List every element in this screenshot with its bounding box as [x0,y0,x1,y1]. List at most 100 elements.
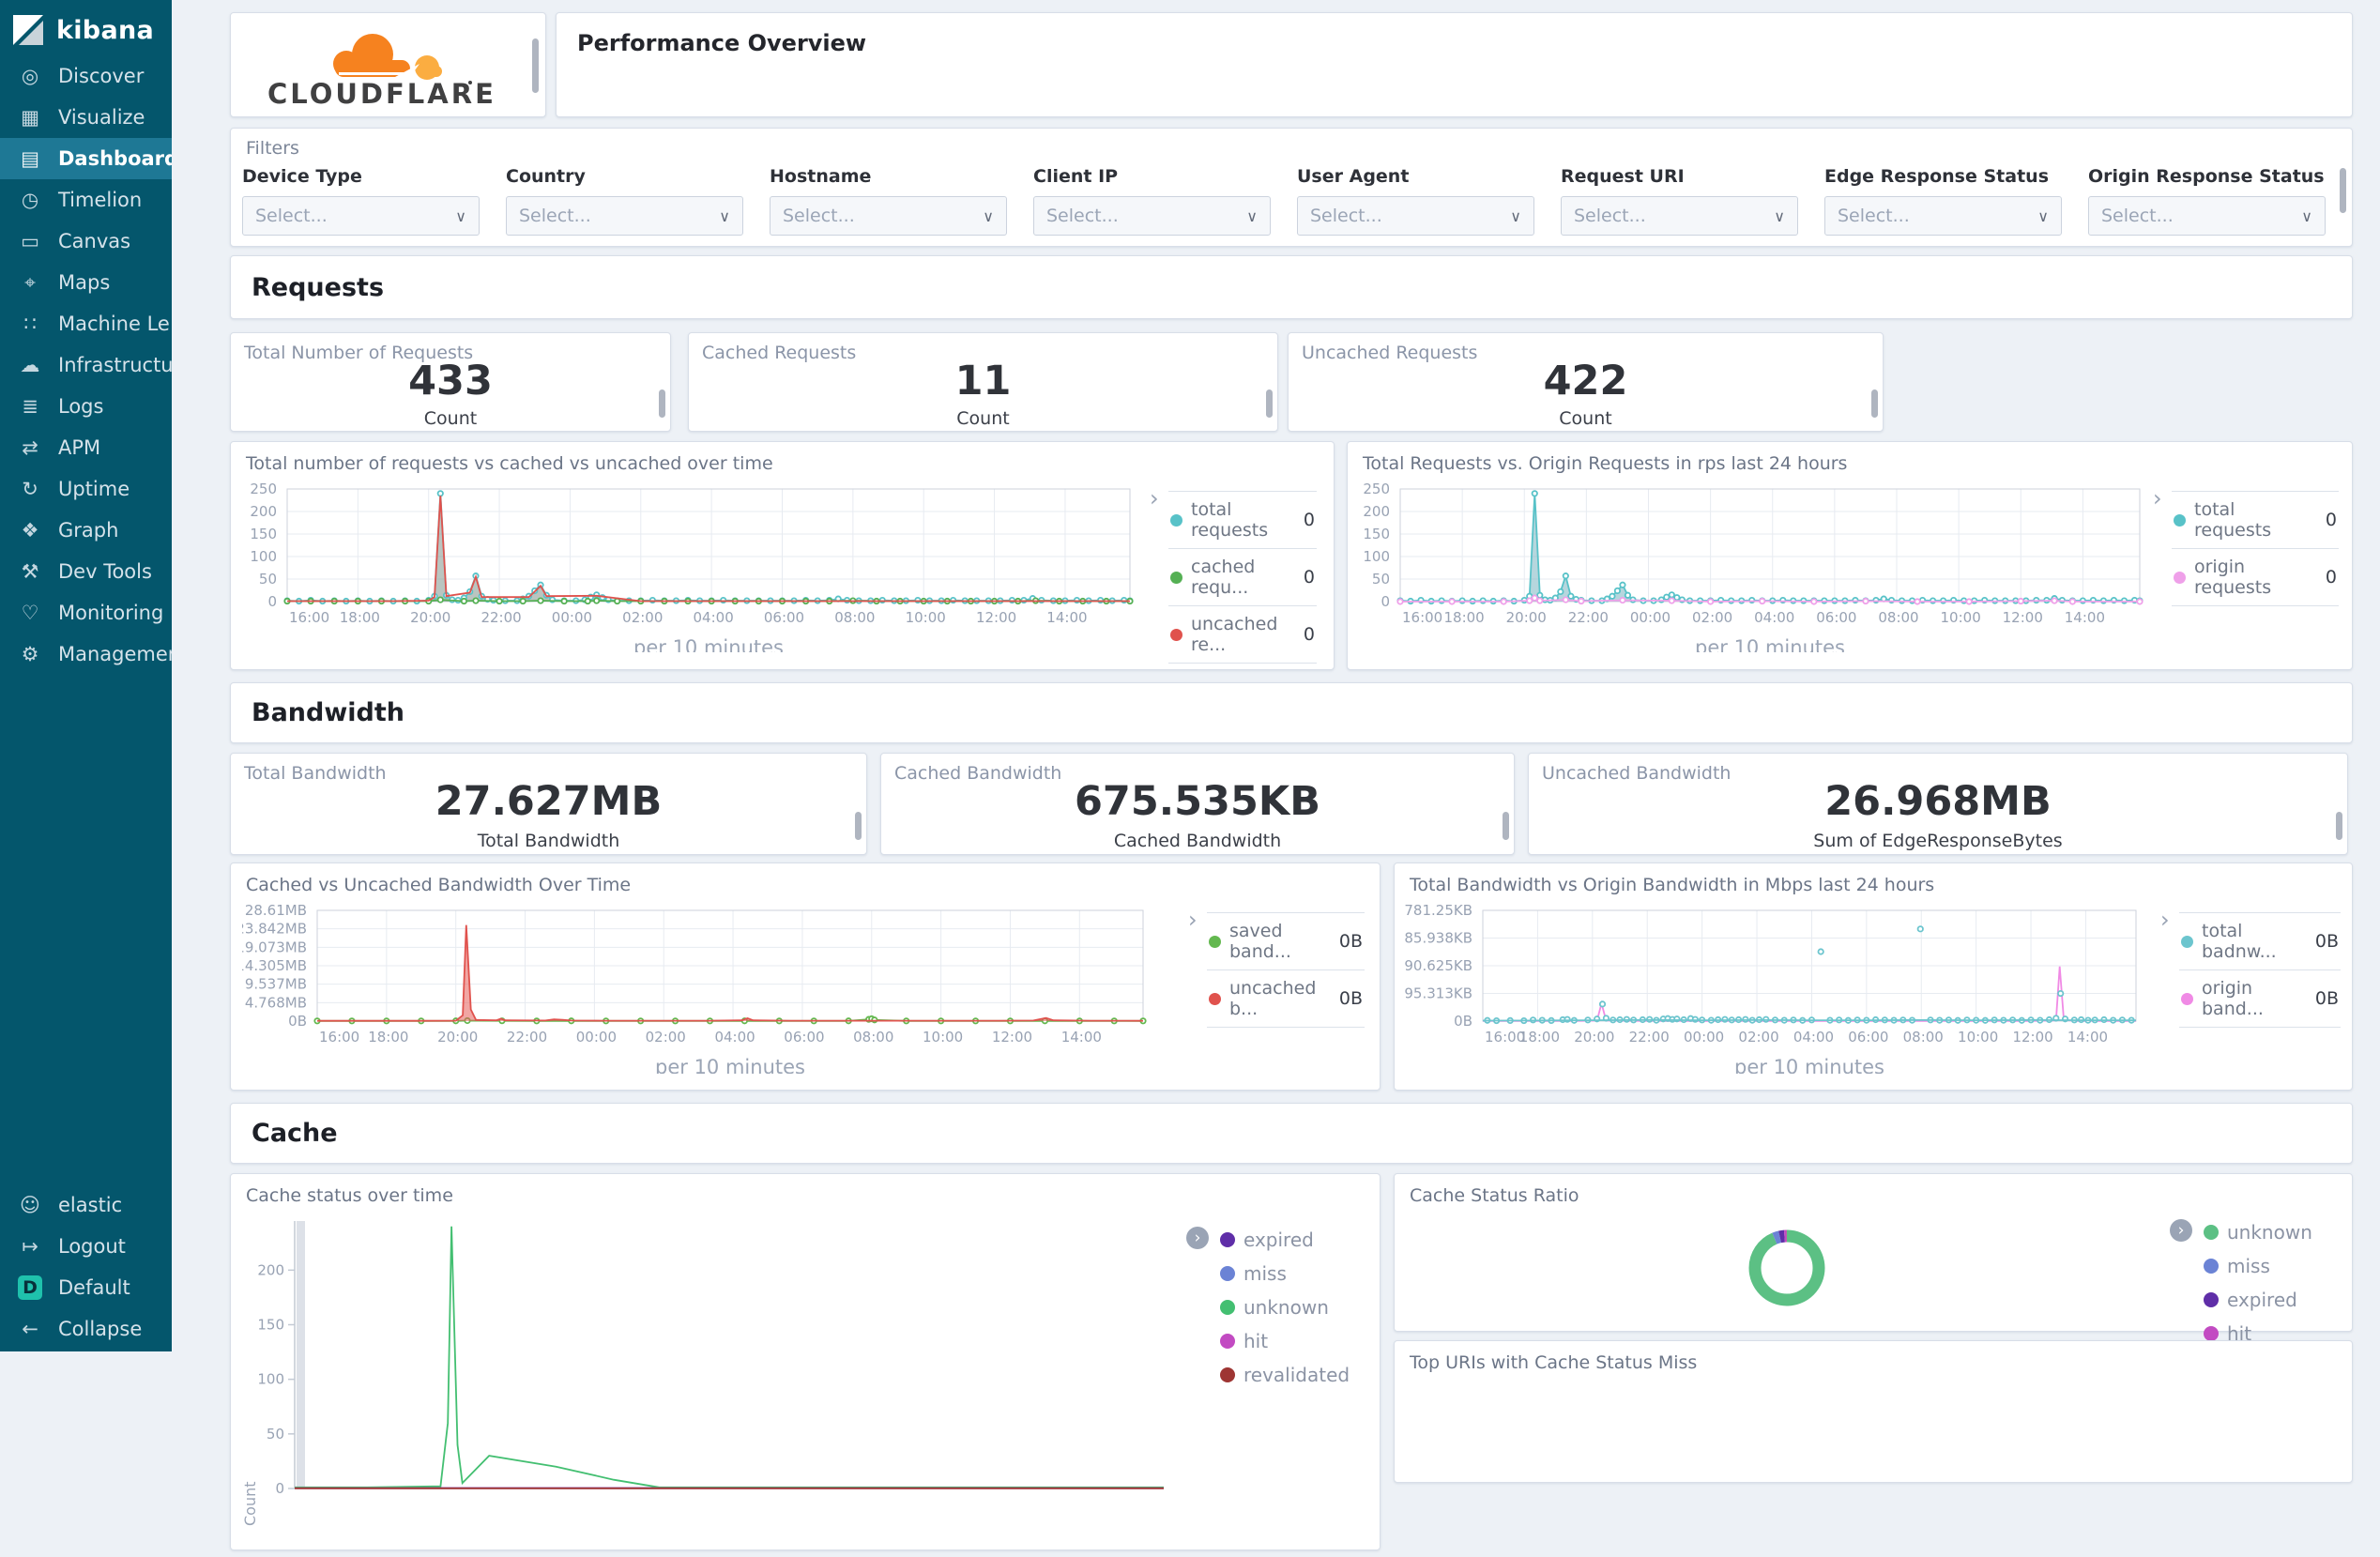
svg-text:Count: Count [244,1481,259,1526]
sidebar-item-dashboard[interactable]: ▤ Dashboard [0,138,172,179]
sidebar-item-canvas[interactable]: ▭ Canvas [0,221,172,262]
legend-item[interactable]: miss [1220,1257,1351,1290]
requests-over-time-chart[interactable]: 0 50 100 150 200 250 16:00 18:00 20:00 22:00 00:00… [248,481,1139,659]
sidebar-item-machine-le-[interactable]: ∷Machine Le... [0,303,172,344]
chart-legend: › unknown miss expired hit [2170,1215,2327,1351]
filter-select[interactable]: Select... ∨ [770,196,1007,236]
svg-text:100: 100 [257,1371,284,1388]
cache-status-ratio-donut[interactable] [1744,1225,1830,1315]
legend-item[interactable]: unknown [2204,1215,2327,1249]
legend-expand-icon[interactable]: › [1150,485,1159,511]
sidebar-item-monitoring[interactable]: ♡ Monitoring [0,592,172,633]
scrollbar-thumb[interactable] [2340,168,2346,213]
sidebar-item-apm[interactable]: ⇄ APM [0,427,172,468]
sidebar-item-graph[interactable]: ❖ Graph [0,510,172,551]
svg-text:08:00: 08:00 [834,609,875,626]
legend-item[interactable]: cached requ... 0 [1168,548,1317,605]
legend-item[interactable]: uncached re... 0 [1168,605,1317,664]
kibana-logo[interactable]: kibana [0,0,172,55]
svg-text:50: 50 [259,571,277,588]
filter-select[interactable]: Select... ∨ [1033,196,1271,236]
svg-text:22:00: 22:00 [1568,609,1609,626]
legend-expand-icon[interactable]: › [2153,485,2162,511]
scrollbar-thumb[interactable] [855,812,862,840]
bandwidth-vs-origin-chart[interactable]: 0B195.313KB390.625KB585.938KB781.25KB16:… [1396,902,2145,1078]
metric-label: Count [423,408,478,429]
filter-country: Country Select... ∨ [506,166,743,236]
sidebar-item-maps[interactable]: ⌖ Maps [0,262,172,303]
bandwidth-over-time-chart[interactable]: 0B 4.768MB 9.537MB 14.305MB 19.073MB 23.842MB… [236,902,1152,1078]
sidebar-item-logs[interactable]: ≣ Logs [0,386,172,427]
filter-label: Client IP [1033,166,1119,187]
legend-item[interactable]: uncached b... 0B [1207,969,1365,1028]
legend-item[interactable]: total requests 0 [1168,491,1317,548]
legend-item[interactable]: total requests 0 [2172,491,2339,548]
svg-text:00:00: 00:00 [576,1029,617,1046]
svg-text:22:00: 22:00 [1629,1029,1670,1046]
maps-icon: ⌖ [24,270,36,294]
legend-item[interactable]: unknown [1220,1290,1351,1324]
select-placeholder: Select... [1310,206,1382,226]
sidebar-item-infrastructure[interactable]: ☁Infrastructure [0,344,173,386]
filter-label: Origin Response Status [2088,166,2325,187]
legend-expand-icon[interactable]: › [2160,907,2170,933]
sidebar-item-dev-tools[interactable]: ⚒ Dev Tools [0,551,172,592]
scrollbar-thumb[interactable] [2336,812,2342,840]
chart-title: Cache Status Ratio [1410,1185,1579,1206]
sidebar-item-discover[interactable]: ◎ Discover [0,55,172,97]
cache-status-ratio-panel: Cache Status Ratio › unknown miss expire… [1394,1173,2353,1345]
filter-select[interactable]: Select... ∨ [506,196,743,236]
sidebar-footer-elastic[interactable]: ☺ elastic [0,1184,172,1226]
filter-device-type: Device Type Select... ∨ [242,166,480,236]
series-color-dot [1220,1334,1235,1349]
filter-select[interactable]: Select... ∨ [1561,196,1798,236]
chevron-down-icon: ∨ [1246,206,1258,225]
select-placeholder: Select... [255,206,328,226]
filter-select[interactable]: Select... ∨ [242,196,480,236]
scrollbar-thumb[interactable] [1871,389,1878,418]
monitoring-icon: ♡ [21,602,39,624]
sidebar-footer-collapse[interactable]: ← Collapse [0,1308,172,1350]
legend-item[interactable]: expired [1220,1223,1351,1257]
select-placeholder: Select... [783,206,855,226]
legend-item[interactable]: total badnw... 0B [2179,912,2341,969]
scrollbar-thumb[interactable] [659,389,665,418]
scrollbar-thumb[interactable] [1266,389,1273,418]
sidebar-item-management[interactable]: ⚙Management [0,633,172,675]
legend-item[interactable]: saved band... 0B [1207,912,1365,969]
legend-item[interactable]: miss [2204,1249,2327,1283]
requests-over-time-panel: Total number of requests vs cached vs un… [230,441,1335,670]
legend-toggle-icon[interactable]: › [1186,1227,1209,1249]
sidebar-item-uptime[interactable]: ↻ Uptime [0,468,172,510]
sidebar-footer-default[interactable]: D Default [0,1267,172,1308]
cache-status-over-time-chart[interactable]: 0 50 100 150 200 Count [241,1215,1173,1557]
filters-panel: Filters Device Type Select... ∨ Country Se… [230,128,2353,247]
filter-select[interactable]: Select... ∨ [2088,196,2326,236]
bandwidth-vs-origin-panel: Total Bandwidth vs Origin Bandwidth in M… [1394,862,2353,1091]
filters-panel-label: Filters [246,138,299,159]
sidebar-item-timelion[interactable]: ◷ Timelion [0,179,172,221]
scrollbar-thumb[interactable] [532,38,539,93]
svg-text:02:00: 02:00 [1692,609,1732,626]
sidebar-item-visualize[interactable]: ▦ Visualize [0,97,172,138]
svg-text:12:00: 12:00 [2003,609,2043,626]
svg-text:06:00: 06:00 [1816,609,1856,626]
legend-item[interactable]: revalidated [1220,1358,1351,1392]
legend-expand-icon[interactable]: › [1188,907,1198,933]
svg-text:04:00: 04:00 [694,609,734,626]
legend-item[interactable]: origin requests 0 [2172,548,2339,606]
sidebar-footer-logout[interactable]: ↦ Logout [0,1226,172,1267]
svg-text:50: 50 [267,1426,284,1443]
legend-toggle-icon[interactable]: › [2170,1219,2192,1242]
scrollbar-thumb[interactable] [1503,812,1509,840]
svg-text:18:00: 18:00 [1519,1029,1560,1046]
legend-item[interactable]: hit [1220,1324,1351,1358]
svg-text:390.625KB: 390.625KB [1404,957,1472,974]
legend-item[interactable]: origin band... 0B [2179,969,2341,1028]
requests-vs-origin-chart[interactable]: 0 50 100 150 200 250 16:00 18:00 20:00 22:00 00:00… [1361,481,2149,659]
filter-select[interactable]: Select... ∨ [1824,196,2062,236]
svg-text:50: 50 [1372,571,1390,588]
svg-text:28.61MB: 28.61MB [245,905,307,919]
filter-select[interactable]: Select... ∨ [1297,196,1534,236]
legend-item[interactable]: expired [2204,1283,2327,1317]
